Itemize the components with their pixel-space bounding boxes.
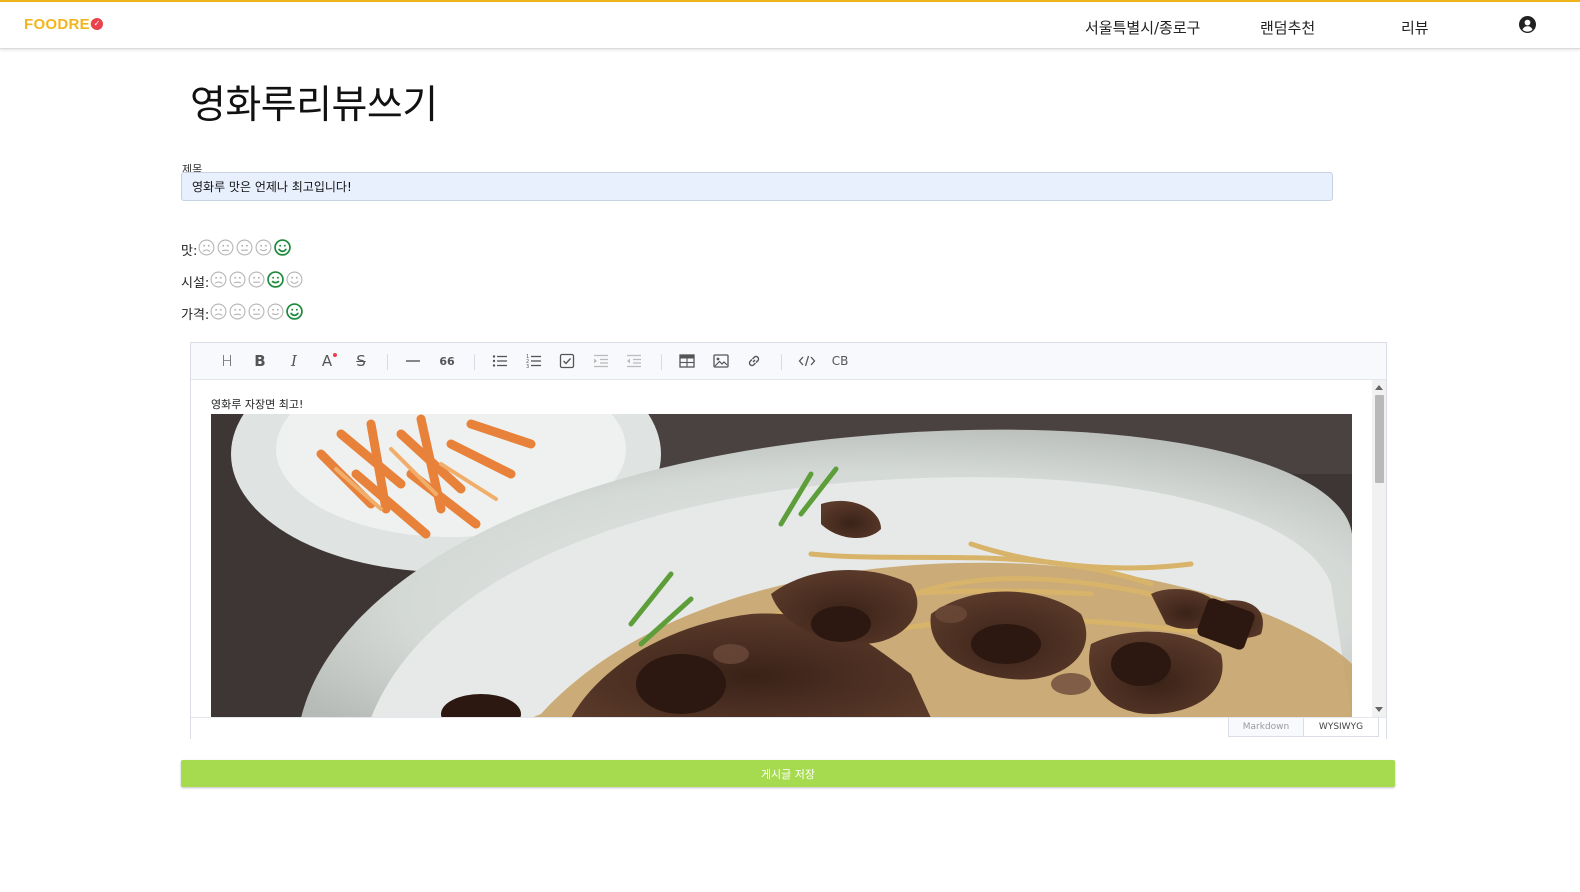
quote-button[interactable]: 66 <box>435 350 459 372</box>
svg-text:3: 3 <box>526 364 529 369</box>
bullet-list-button[interactable] <box>488 350 512 372</box>
food-photo <box>211 414 1352 717</box>
rating-good-icon[interactable] <box>267 303 284 320</box>
markdown-mode-tab[interactable]: Markdown <box>1228 718 1304 737</box>
indent-icon <box>594 354 608 368</box>
nav-location[interactable]: 서울특별시/종로구 <box>1085 17 1200 38</box>
code-icon <box>798 355 816 367</box>
rating-taste: 맛: <box>181 239 293 260</box>
table-button[interactable] <box>675 350 699 372</box>
table-icon <box>679 354 695 368</box>
text-color-label: A <box>321 352 333 370</box>
indent-button[interactable] <box>589 350 613 372</box>
ordered-list-icon: 123 <box>526 354 541 369</box>
rating-very-good-icon[interactable] <box>286 271 303 288</box>
rating-neutral-icon[interactable] <box>248 271 265 288</box>
link-button[interactable] <box>742 350 766 372</box>
rating-neutral-icon[interactable] <box>236 239 253 256</box>
rating-label: 시설: <box>181 276 210 291</box>
title-input[interactable] <box>181 172 1333 201</box>
image-icon <box>713 354 729 368</box>
image-button[interactable] <box>709 350 733 372</box>
editor-toolbar: H B I A S 66 123 CB <box>191 343 1386 380</box>
bold-button[interactable]: B <box>248 350 272 372</box>
bullet-list-icon <box>492 355 507 367</box>
rating-very-bad-icon[interactable] <box>210 303 227 320</box>
code-block-button[interactable]: CB <box>828 350 852 372</box>
strikethrough-button[interactable]: S <box>349 350 373 372</box>
rating-very-good-icon[interactable] <box>274 239 292 256</box>
task-list-button[interactable] <box>555 350 579 372</box>
rating-good-icon[interactable] <box>255 239 272 256</box>
scroll-thumb[interactable] <box>1375 395 1384 483</box>
heading-button[interactable]: H <box>215 350 239 372</box>
outdent-button[interactable] <box>622 350 646 372</box>
toolbar-divider <box>474 354 475 370</box>
toolbar-divider <box>661 354 662 370</box>
rating-faces <box>198 239 293 260</box>
scroll-up-icon[interactable] <box>1375 385 1383 390</box>
wysiwyg-mode-tab[interactable]: WYSIWYG <box>1303 718 1379 737</box>
horizontal-rule-icon <box>406 360 420 362</box>
outdent-icon <box>627 354 641 368</box>
logo[interactable]: FOODREC <box>24 16 101 33</box>
rating-very-bad-icon[interactable] <box>210 271 227 288</box>
rating-label: 맛: <box>181 244 198 259</box>
save-post-button[interactable]: 게시글 저장 <box>181 760 1395 787</box>
nav-review[interactable]: 리뷰 <box>1401 17 1429 38</box>
rating-bad-icon[interactable] <box>229 271 246 288</box>
navbar: FOODREC ✓ 서울특별시/종로구 랜덤추천 리뷰 <box>0 2 1580 49</box>
rating-good-icon[interactable] <box>267 271 285 288</box>
rating-bad-icon[interactable] <box>229 303 246 320</box>
code-button[interactable] <box>795 350 819 372</box>
rating-label: 가격: <box>181 308 210 323</box>
rating-neutral-icon[interactable] <box>248 303 265 320</box>
editor-mode-bar: Markdown WYSIWYG <box>191 717 1386 739</box>
rating-very-good-icon[interactable] <box>286 303 304 320</box>
logo-check-icon: ✓ <box>91 18 103 30</box>
rating-price: 가격: <box>181 303 305 324</box>
scroll-down-icon[interactable] <box>1375 707 1383 712</box>
text-color-button[interactable]: A <box>315 350 339 372</box>
rating-bad-icon[interactable] <box>217 239 234 256</box>
color-dot-icon <box>333 353 337 357</box>
toolbar-divider <box>387 354 388 370</box>
link-icon <box>748 355 760 367</box>
toolbar-divider <box>781 354 782 370</box>
rating-facility: 시설: <box>181 271 305 292</box>
rating-faces <box>210 303 305 324</box>
editor-text: 영화루 자장면 최고! <box>211 398 304 411</box>
editor-scrollbar[interactable] <box>1372 380 1386 717</box>
italic-button[interactable]: I <box>282 350 306 372</box>
nav-random-recommend[interactable]: 랜덤추천 <box>1260 17 1315 38</box>
rich-text-editor: H B I A S 66 123 CB 영화루 자장면 최고! Markdown… <box>190 342 1387 739</box>
page-title: 영화루리뷰쓰기 <box>190 83 438 128</box>
rating-faces <box>210 271 305 292</box>
horizontal-rule-button[interactable] <box>401 350 425 372</box>
rating-very-bad-icon[interactable] <box>198 239 215 256</box>
editor-content[interactable]: 영화루 자장면 최고! <box>191 380 1371 717</box>
user-account-icon[interactable] <box>1519 16 1536 33</box>
jajangmyeon-photo-image <box>211 414 1352 717</box>
checkbox-icon <box>559 353 575 369</box>
ordered-list-button[interactable]: 123 <box>522 350 546 372</box>
